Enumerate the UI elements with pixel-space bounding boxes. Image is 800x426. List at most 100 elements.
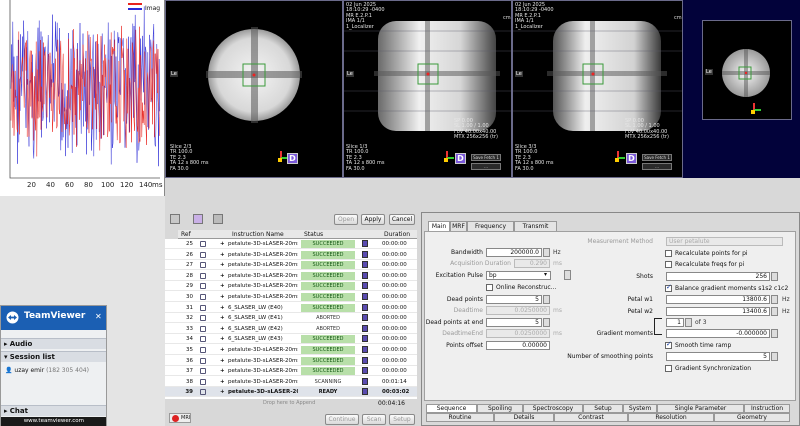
- tab-details[interactable]: Details: [494, 413, 554, 422]
- col-ref[interactable]: Ref: [181, 231, 191, 238]
- petal-w2-spinner[interactable]: [771, 307, 778, 316]
- col-status[interactable]: Status: [304, 231, 323, 238]
- save-fetch-button[interactable]: Save Fetch 1: [642, 154, 672, 161]
- balance-gradient-checkbox[interactable]: [665, 283, 672, 292]
- mri-status-button[interactable]: MRI: [169, 413, 191, 423]
- expand-icon[interactable]: +: [220, 387, 225, 397]
- expand-icon[interactable]: +: [220, 292, 225, 302]
- online-recon-checkbox[interactable]: [486, 284, 493, 291]
- recalc-points-checkbox[interactable]: [665, 250, 672, 257]
- table-row[interactable]: 33 +6_SLASER_LW (E42) ABORTED 00:00:00: [165, 324, 417, 334]
- table-row[interactable]: 36 + petalute-3D-sLASER-20ms (SUCCEEDED 00:…: [165, 356, 417, 366]
- queue-table[interactable]: 25 + petalute-3D-sLASER-20ms (SUCCEEDED 00:…: [165, 239, 417, 399]
- dead-points-field[interactable]: 5: [486, 295, 542, 304]
- cancel-button[interactable]: Cancel: [389, 214, 415, 225]
- expand-icon[interactable]: +: [220, 303, 225, 313]
- expand-icon[interactable]: +: [220, 324, 225, 334]
- expand-icon[interactable]: +: [220, 377, 225, 387]
- queue-icon-stack[interactable]: [170, 214, 180, 224]
- save-fetch-button[interactable]: Save Fetch 1: [471, 154, 501, 161]
- gradient-moments-field[interactable]: -0.000000: [666, 329, 770, 338]
- chevron-down-icon[interactable]: ▾: [544, 271, 547, 278]
- col-duration[interactable]: Duration: [384, 231, 410, 238]
- grad-sync-checkbox[interactable]: [665, 365, 672, 372]
- tab-sequence[interactable]: Sequence: [426, 404, 477, 413]
- document-icon[interactable]: [362, 388, 368, 396]
- queue-icon-import[interactable]: [193, 214, 203, 224]
- smoothing-points-spinner[interactable]: [771, 352, 778, 361]
- tab-routine[interactable]: Routine: [426, 413, 494, 422]
- expand-icon[interactable]: +: [220, 313, 225, 323]
- gradient-index-spinner[interactable]: [685, 318, 692, 327]
- document-icon[interactable]: [362, 346, 368, 353]
- teamviewer-footer[interactable]: www.teamviewer.com: [1, 417, 106, 426]
- open-button[interactable]: Open: [334, 214, 358, 225]
- tab-setup[interactable]: Setup: [583, 404, 623, 413]
- tab-spectroscopy[interactable]: Spectroscopy: [523, 404, 583, 413]
- table-row[interactable]: 32 +6_SLASER_LW (E41) ABORTED 00:00:00: [165, 313, 417, 324]
- apply-button[interactable]: Apply: [361, 214, 385, 225]
- petal-w2-field[interactable]: 13400.6: [666, 307, 770, 316]
- more-button[interactable]: ...: [471, 163, 501, 170]
- image-viewer[interactable]: Le Slice 2/3 TR 100.0 TE 2.3 TA 12 s 800…: [165, 0, 800, 178]
- continue-button[interactable]: Continue: [325, 414, 359, 425]
- audio-section[interactable]: ▸ Audio: [1, 338, 106, 349]
- points-offset-field[interactable]: 0.00000: [486, 341, 550, 350]
- recalc-freqs-checkbox[interactable]: [665, 261, 672, 268]
- table-row[interactable]: 26 + petalute-3D-sLASER-20ms (SUCCEEDED 00:…: [165, 250, 417, 260]
- petal-w1-spinner[interactable]: [771, 295, 778, 304]
- session-list-section[interactable]: ▾ Session list: [1, 351, 106, 362]
- gradient-moments-spinner[interactable]: [771, 329, 778, 338]
- table-row[interactable]: 37 + petalute-3D-sLASER-20ms (SUCCEEDED 00:…: [165, 366, 417, 377]
- document-icon[interactable]: [362, 240, 368, 247]
- tab-contrast[interactable]: Contrast: [554, 413, 628, 422]
- table-row[interactable]: 38 + petalute-3D-sLASER-20ms (SCANNING 00:0…: [165, 377, 417, 387]
- document-icon[interactable]: [362, 377, 368, 385]
- close-icon[interactable]: ✕: [95, 312, 102, 321]
- 3d-toggle-button[interactable]: D: [626, 153, 637, 164]
- document-icon[interactable]: [362, 324, 368, 332]
- more-button[interactable]: ...: [642, 163, 672, 170]
- tab-spoiling[interactable]: Spoiling: [477, 404, 523, 413]
- viewer-pane-2[interactable]: 02 Jun 2025 18:10:29 -0400 MR E.2.P.1 IM…: [343, 0, 512, 178]
- expand-icon[interactable]: +: [220, 345, 225, 355]
- queue-icon-copy[interactable]: [213, 214, 223, 224]
- 3d-toggle-button[interactable]: D: [287, 153, 298, 164]
- tab-single-parameter[interactable]: Single Parameter: [657, 404, 744, 413]
- expand-icon[interactable]: +: [220, 334, 225, 344]
- expand-icon[interactable]: +: [220, 260, 225, 270]
- document-icon[interactable]: [362, 261, 368, 269]
- col-name[interactable]: Instruction Name: [232, 231, 284, 238]
- tab-resolution[interactable]: Resolution: [628, 413, 714, 422]
- setup-button[interactable]: Setup: [389, 414, 415, 425]
- document-icon[interactable]: [362, 293, 368, 300]
- tab-system[interactable]: System: [623, 404, 657, 413]
- viewer-thumbnail[interactable]: Le: [702, 20, 792, 120]
- tab-geometry[interactable]: Geometry: [714, 413, 790, 422]
- teamviewer-panel[interactable]: TeamViewer ✕ ▸ Audio ▾ Session list 👤 uz…: [0, 305, 107, 426]
- expand-icon[interactable]: +: [220, 356, 225, 366]
- dead-end-spinner[interactable]: [543, 318, 550, 327]
- gradient-index-field[interactable]: 1: [666, 318, 684, 327]
- table-row[interactable]: 29 + petalute-3D-sLASER-20ms (SUCCEEDED 00:…: [165, 281, 417, 292]
- document-icon[interactable]: [362, 271, 368, 279]
- table-row[interactable]: 31 +6_SLASER_LW (E40) SUCCEEDED 00:00:00: [165, 303, 417, 313]
- viewer-pane-3[interactable]: 02 Jun 2025 18:10:29 -0400 MR E.2.P.1 IM…: [512, 0, 683, 178]
- table-row[interactable]: 28 + petalute-3D-sLASER-20ms (SUCCEEDED 00:…: [165, 271, 417, 281]
- smooth-ramp-checkbox[interactable]: [665, 340, 672, 349]
- expand-icon[interactable]: +: [220, 239, 225, 249]
- document-icon[interactable]: [362, 356, 368, 364]
- petal-w1-field[interactable]: 13800.6: [666, 295, 770, 304]
- session-user-row[interactable]: 👤 uzay emir (182 305 404): [5, 367, 89, 374]
- table-row[interactable]: 30 + petalute-3D-sLASER-20ms (SUCCEEDED 00:…: [165, 292, 417, 302]
- tab-instruction[interactable]: Instruction: [744, 404, 790, 413]
- table-row[interactable]: 35 + petalute-3D-sLASER-20ms (SUCCEEDED 00:…: [165, 345, 417, 355]
- chat-section[interactable]: ▸ Chat: [1, 405, 106, 416]
- bandwidth-spinner[interactable]: [543, 248, 550, 257]
- table-row[interactable]: 25 + petalute-3D-sLASER-20ms (SUCCEEDED 00:…: [165, 239, 417, 249]
- document-icon[interactable]: [362, 367, 368, 375]
- viewer-pane-1[interactable]: Le Slice 2/3 TR 100.0 TE 2.3 TA 12 s 800…: [165, 0, 343, 178]
- table-row[interactable]: 34 +6_SLASER_LW (E43) SUCCEEDED 00:00:00: [165, 334, 417, 345]
- excitation-select[interactable]: bp: [486, 271, 551, 280]
- document-icon[interactable]: [362, 303, 368, 311]
